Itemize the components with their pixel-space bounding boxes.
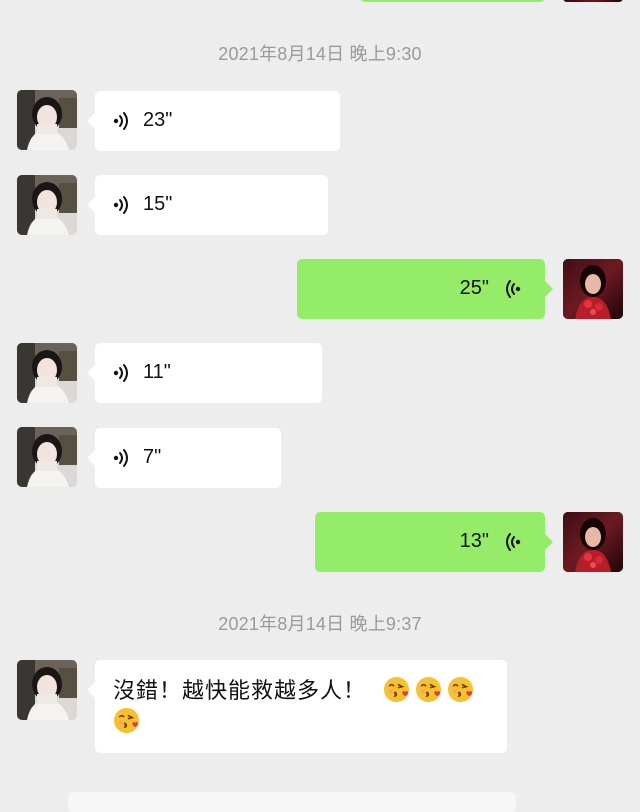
voice-message-bubble[interactable]: 25" [297,259,553,319]
voice-duration: 25" [459,277,489,299]
message-text: 沒錯！越快能救越多人！ [113,678,367,703]
chat-window: 2021年8月14日 晚上9:30 23" 15" 25" 11" 7" 13"… [0,0,640,812]
voice-wave-icon [501,531,523,553]
voice-message-bubble[interactable]: 11" [87,343,322,403]
contact-avatar[interactable] [17,660,77,720]
my-avatar[interactable] [563,259,623,319]
voice-message-bubble[interactable]: 7" [87,428,281,488]
voice-duration: 7" [143,446,162,468]
voice-wave-icon [111,194,133,216]
voice-wave-icon [111,447,133,469]
timestamp: 2021年8月14日 晚上9:37 [218,614,422,634]
timestamp: 2021年8月14日 晚上9:30 [218,44,422,64]
voice-message-bubble[interactable]: 15" [87,175,328,235]
kissing-heart-emoji [447,676,474,703]
voice-duration: 11" [143,361,171,383]
kissing-heart-emoji [415,676,442,703]
partial-my-avatar[interactable] [563,0,623,2]
kissing-heart-emoji [113,707,140,734]
contact-avatar[interactable] [17,427,77,487]
kissing-heart-emoji [383,676,410,703]
contact-avatar[interactable] [17,90,77,150]
message-text-line: 沒錯！越快能救越多人！ [113,675,489,737]
contact-avatar[interactable] [17,175,77,235]
contact-avatar[interactable] [17,343,77,403]
voice-wave-icon [111,362,133,384]
voice-duration: 23" [143,109,173,131]
voice-wave-icon [501,278,523,300]
voice-message-bubble[interactable]: 23" [87,91,340,151]
partial-outgoing-bubble[interactable] [360,0,545,2]
text-message-bubble[interactable]: 沒錯！越快能救越多人！ [87,660,507,753]
voice-duration: 13" [459,530,489,552]
voice-message-bubble[interactable]: 13" [315,512,553,572]
message-input-field[interactable] [68,792,516,812]
my-avatar[interactable] [563,512,623,572]
voice-duration: 15" [143,193,173,215]
voice-wave-icon [111,110,133,132]
